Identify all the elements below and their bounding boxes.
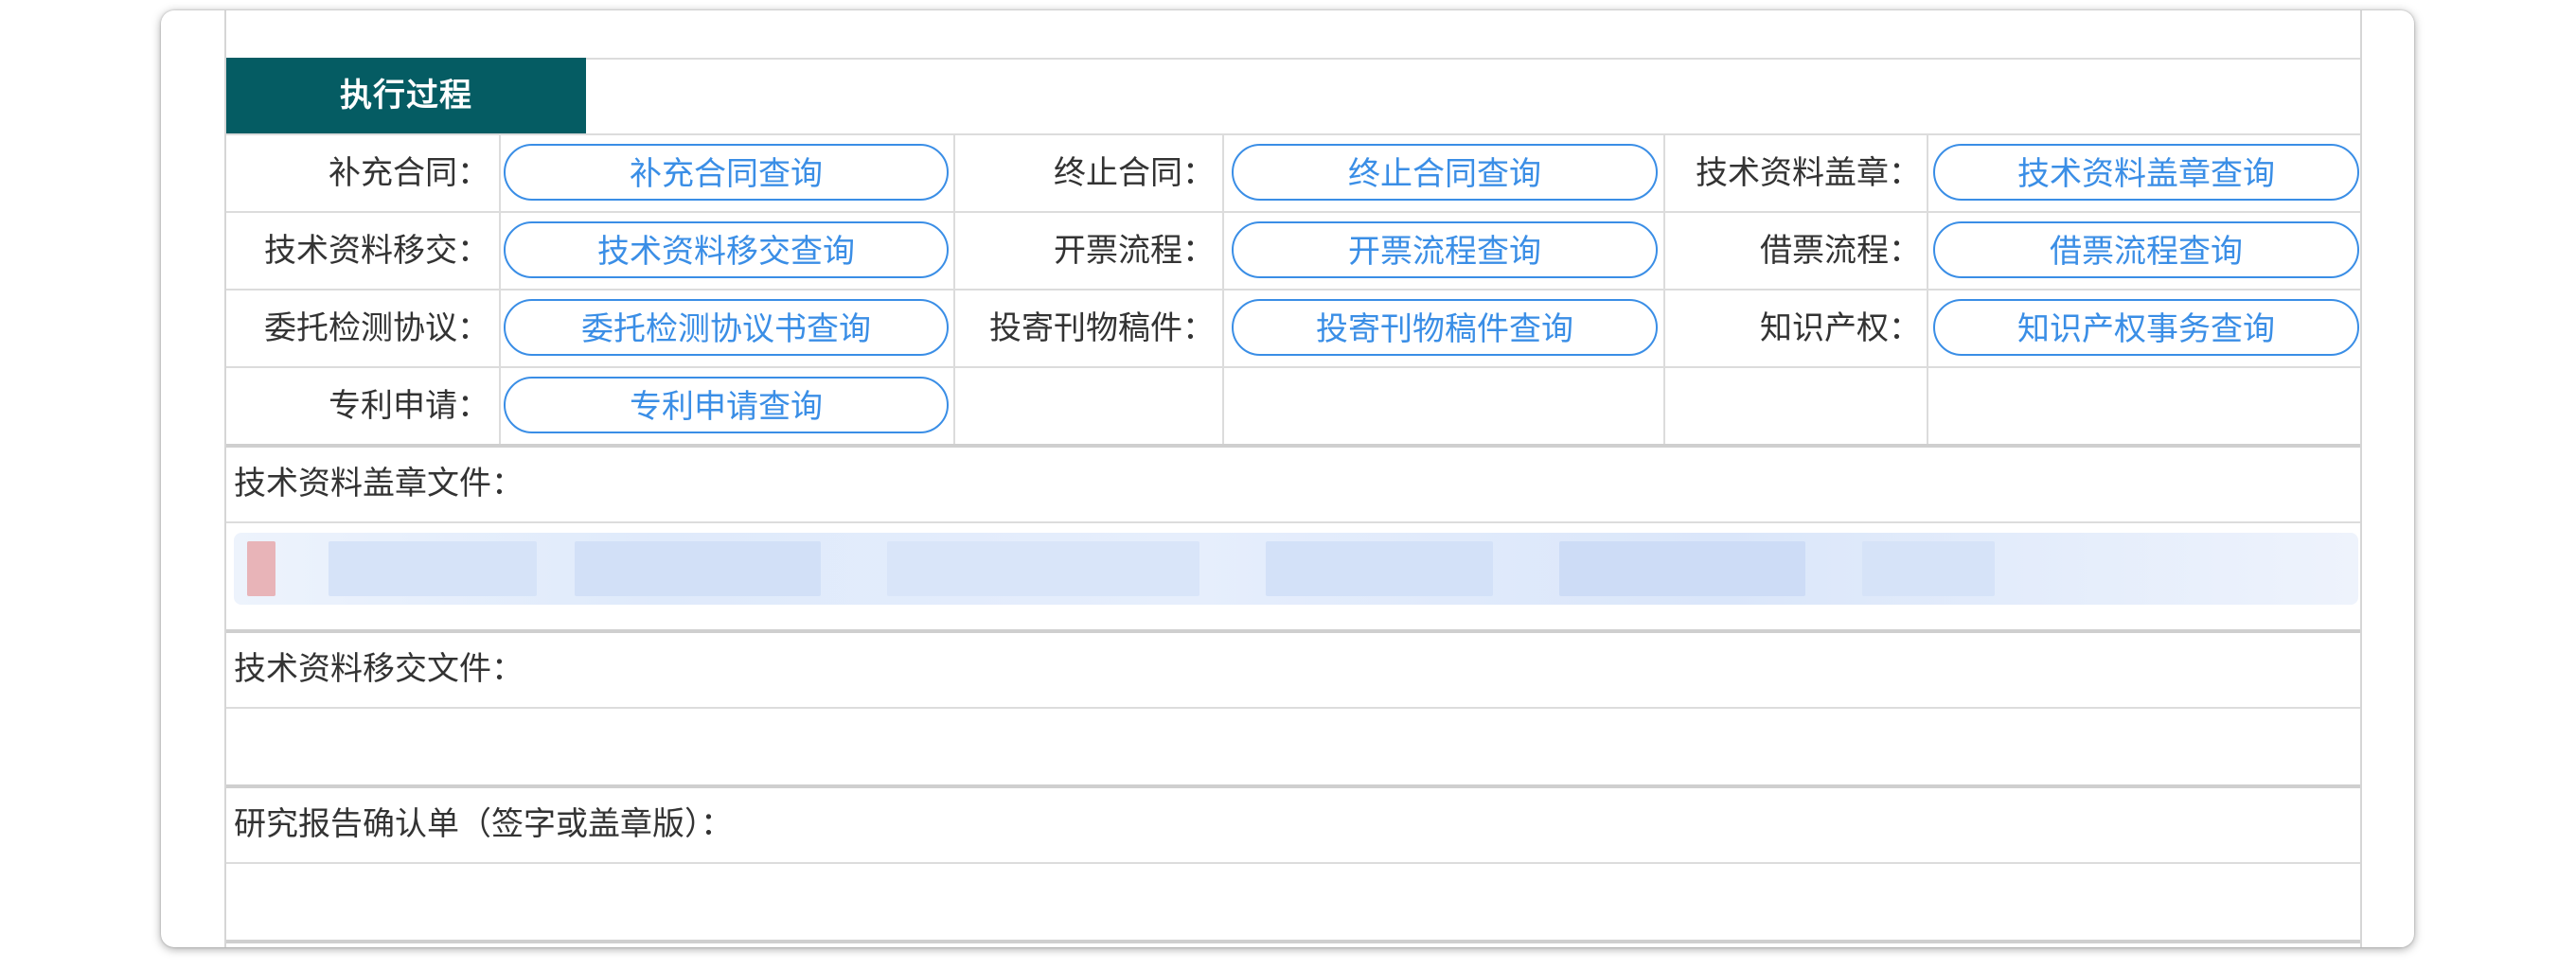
patent-application-label: 专利申请：: [329, 387, 489, 425]
patent-application-query-button[interactable]: 专利申请查询: [504, 377, 949, 433]
tech-doc-transfer-files-label: 技术资料移交文件：: [234, 650, 524, 688]
cell-divider: [1222, 135, 1224, 211]
cell-divider: [1222, 213, 1224, 289]
cell-divider: [1927, 213, 1928, 289]
divider: [226, 444, 2360, 448]
cell-divider: [499, 135, 501, 211]
borrow-invoice-label: 借票流程：: [1760, 232, 1921, 270]
tech-doc-stamp-query-button[interactable]: 技术资料盖章查询: [1933, 144, 2359, 201]
blurred-file-list: [234, 533, 2358, 605]
test-agreement-label: 委托检测协议：: [264, 309, 489, 347]
redacted-block: [1559, 541, 1805, 596]
cell-divider: [1663, 135, 1665, 211]
publication-submission-query-button[interactable]: 投寄刊物稿件查询: [1232, 299, 1658, 356]
redacted-block: [887, 541, 1199, 596]
cell-divider: [1927, 291, 1928, 366]
terminate-contract-label: 终止合同：: [1054, 154, 1215, 192]
table-row: 技术资料移交： 技术资料移交查询 开票流程： 开票流程查询 借票流程： 借票流程…: [226, 213, 2360, 289]
cell-divider: [953, 135, 955, 211]
cell-divider: [499, 291, 501, 366]
redacted-block: [1862, 541, 1995, 596]
divider: [226, 862, 2360, 864]
cell-divider: [1927, 368, 1928, 444]
redacted-block: [247, 541, 275, 596]
execution-panel: 执行过程 补充合同： 补充合同查询 终止合同： 终止合同查询 技术资料盖章： 技…: [224, 10, 2362, 947]
cell-divider: [1663, 291, 1665, 366]
cell-divider: [1663, 368, 1665, 444]
cell-divider: [1222, 368, 1224, 444]
tech-doc-stamp-label: 技术资料盖章：: [1696, 154, 1921, 192]
supplement-contract-query-button[interactable]: 补充合同查询: [504, 144, 949, 201]
cell-divider: [953, 368, 955, 444]
tech-doc-stamp-files-label: 技术资料盖章文件：: [234, 465, 524, 502]
redacted-block: [1266, 541, 1493, 596]
table-row: 委托检测协议： 委托检测协议书查询 投寄刊物稿件： 投寄刊物稿件查询 知识产权：…: [226, 291, 2360, 366]
redacted-block: [329, 541, 537, 596]
tech-doc-transfer-label: 技术资料移交：: [264, 232, 489, 270]
terminate-contract-query-button[interactable]: 终止合同查询: [1232, 144, 1658, 201]
divider: [226, 521, 2360, 523]
ip-label: 知识产权：: [1760, 309, 1921, 347]
cell-divider: [499, 368, 501, 444]
cell-divider: [953, 291, 955, 366]
invoice-process-query-button[interactable]: 开票流程查询: [1232, 221, 1658, 278]
cell-divider: [1927, 135, 1928, 211]
ip-affairs-query-button[interactable]: 知识产权事务查询: [1933, 299, 2359, 356]
cell-divider: [953, 213, 955, 289]
table-row: 专利申请： 专利申请查询: [226, 368, 2360, 444]
tech-doc-transfer-query-button[interactable]: 技术资料移交查询: [504, 221, 949, 278]
borrow-invoice-query-button[interactable]: 借票流程查询: [1933, 221, 2359, 278]
cell-divider: [499, 213, 501, 289]
form-card: 执行过程 补充合同： 补充合同查询 终止合同： 终止合同查询 技术资料盖章： 技…: [161, 10, 2414, 947]
invoice-process-label: 开票流程：: [1054, 232, 1215, 270]
cell-divider: [1222, 291, 1224, 366]
publication-submission-label: 投寄刊物稿件：: [989, 309, 1215, 347]
divider: [226, 784, 2360, 788]
research-report-label: 研究报告确认单（签字或盖章版）：: [234, 805, 733, 843]
divider: [226, 707, 2360, 709]
divider: [226, 940, 2360, 943]
test-agreement-query-button[interactable]: 委托检测协议书查询: [504, 299, 949, 356]
divider: [226, 629, 2360, 633]
supplement-contract-label: 补充合同：: [329, 154, 489, 192]
redacted-block: [575, 541, 821, 596]
table-row: 补充合同： 补充合同查询 终止合同： 终止合同查询 技术资料盖章： 技术资料盖章…: [226, 135, 2360, 211]
cell-divider: [1663, 213, 1665, 289]
section-header: 执行过程: [226, 58, 586, 133]
